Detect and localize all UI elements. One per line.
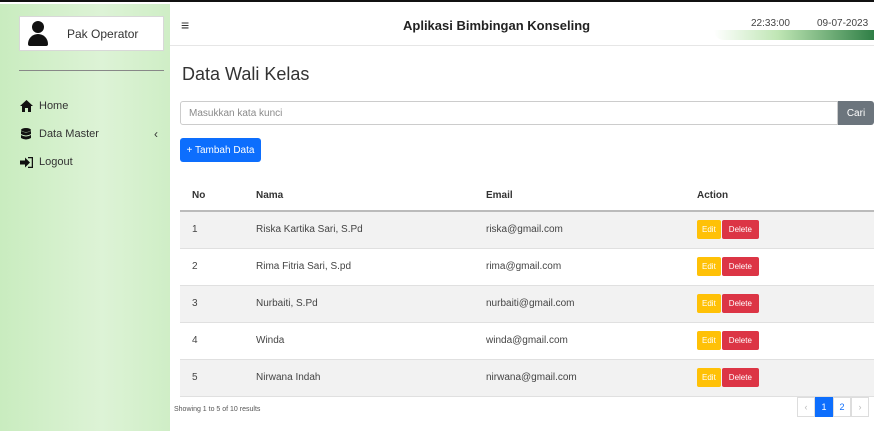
cell-email: nirwana@gmail.com xyxy=(474,359,685,397)
pagination: ‹ 1 2 › xyxy=(797,397,869,417)
cell-nama: Winda xyxy=(244,322,474,360)
cell-nama: Riska Kartika Sari, S.Pd xyxy=(244,211,474,249)
chevron-left-icon[interactable]: ‹ xyxy=(154,127,158,141)
cell-action: Edit Delete xyxy=(685,211,874,249)
cell-action: Edit Delete xyxy=(685,359,874,397)
cell-action: Edit Delete xyxy=(685,322,874,360)
sidebar-item-logout[interactable]: Logout xyxy=(19,148,164,176)
header-decoration xyxy=(714,30,874,40)
cell-no: 4 xyxy=(180,322,244,360)
database-icon xyxy=(19,127,33,141)
sidebar-item-data-master[interactable]: Data Master ‹ xyxy=(19,120,164,148)
cell-nama: Nurbaiti, S.Pd xyxy=(244,285,474,323)
table-row: 2 Rima Fitria Sari, S.pd rima@gmail.com … xyxy=(180,248,874,286)
delete-button[interactable]: Delete xyxy=(721,294,759,313)
cell-email: nurbaiti@gmail.com xyxy=(474,285,685,323)
pagination-next[interactable]: › xyxy=(851,397,869,417)
table-header-row: No Nama Email Action xyxy=(180,180,874,212)
user-name: Pak Operator xyxy=(67,26,139,41)
data-table: No Nama Email Action 1 Riska Kartika Sar… xyxy=(180,180,874,397)
edit-button[interactable]: Edit xyxy=(697,331,721,350)
table-row: 4 Winda winda@gmail.com Edit Delete xyxy=(180,322,874,360)
delete-button[interactable]: Delete xyxy=(721,368,759,387)
edit-button[interactable]: Edit xyxy=(697,368,721,387)
column-header-no[interactable]: No xyxy=(180,180,244,212)
app-title: Aplikasi Bimbingan Konseling xyxy=(403,18,591,33)
sidebar-item-home[interactable]: Home xyxy=(19,92,164,120)
column-header-action: Action xyxy=(685,180,874,212)
table-row: 1 Riska Kartika Sari, S.Pd riska@gmail.c… xyxy=(180,211,874,249)
table-row: 3 Nurbaiti, S.Pd nurbaiti@gmail.com Edit… xyxy=(180,285,874,323)
cell-email: rima@gmail.com xyxy=(474,248,685,286)
sidebar: Pak Operator Home Data Master ‹ Logout xyxy=(0,4,170,431)
pagination-prev[interactable]: ‹ xyxy=(797,397,815,417)
sidebar-item-label: Logout xyxy=(39,156,73,168)
edit-button[interactable]: Edit xyxy=(697,257,721,276)
clock-time: 22:33:00 xyxy=(751,18,790,29)
pagination-page-1[interactable]: 1 xyxy=(815,397,833,417)
cell-no: 1 xyxy=(180,211,244,249)
cell-action: Edit Delete xyxy=(685,248,874,286)
current-date: 09-07-2023 xyxy=(817,18,869,29)
delete-button[interactable]: Delete xyxy=(721,331,759,350)
app-window: Pak Operator Home Data Master ‹ Logout ≡… xyxy=(0,0,874,431)
sidebar-item-label: Home xyxy=(39,100,69,112)
results-info: Showing 1 to 5 of 10 results xyxy=(174,406,261,413)
logout-icon xyxy=(19,155,33,169)
column-header-nama[interactable]: Nama xyxy=(244,180,474,212)
user-panel: Pak Operator xyxy=(19,16,164,51)
search-button[interactable]: Cari xyxy=(838,101,874,125)
top-header: ≡ Aplikasi Bimbingan Konseling 22:33:00 … xyxy=(170,4,874,46)
sidebar-item-label: Data Master xyxy=(39,128,99,140)
sidebar-divider xyxy=(19,70,164,71)
add-data-button[interactable]: + Tambah Data xyxy=(180,138,261,162)
cell-action: Edit Delete xyxy=(685,285,874,323)
page-title: Data Wali Kelas xyxy=(182,64,310,84)
table-row: 5 Nirwana Indah nirwana@gmail.com Edit De… xyxy=(180,359,874,397)
cell-no: 5 xyxy=(180,359,244,397)
main-content: Data Wali Kelas Cari + Tambah Data No Na… xyxy=(170,46,874,431)
search-input[interactable] xyxy=(180,101,838,125)
hamburger-menu-icon[interactable]: ≡ xyxy=(181,17,189,33)
cell-no: 3 xyxy=(180,285,244,323)
cell-nama: Rima Fitria Sari, S.pd xyxy=(244,248,474,286)
user-avatar-icon xyxy=(26,20,51,48)
cell-email: riska@gmail.com xyxy=(474,211,685,249)
cell-email: winda@gmail.com xyxy=(474,322,685,360)
edit-button[interactable]: Edit xyxy=(697,220,721,240)
pagination-page-2[interactable]: 2 xyxy=(833,397,851,417)
cell-nama: Nirwana Indah xyxy=(244,359,474,397)
delete-button[interactable]: Delete xyxy=(721,220,759,240)
home-icon xyxy=(19,99,33,113)
sidebar-nav: Home Data Master ‹ Logout xyxy=(19,92,164,176)
edit-button[interactable]: Edit xyxy=(697,294,721,313)
column-header-email[interactable]: Email xyxy=(474,180,685,212)
delete-button[interactable]: Delete xyxy=(721,257,759,276)
cell-no: 2 xyxy=(180,248,244,286)
